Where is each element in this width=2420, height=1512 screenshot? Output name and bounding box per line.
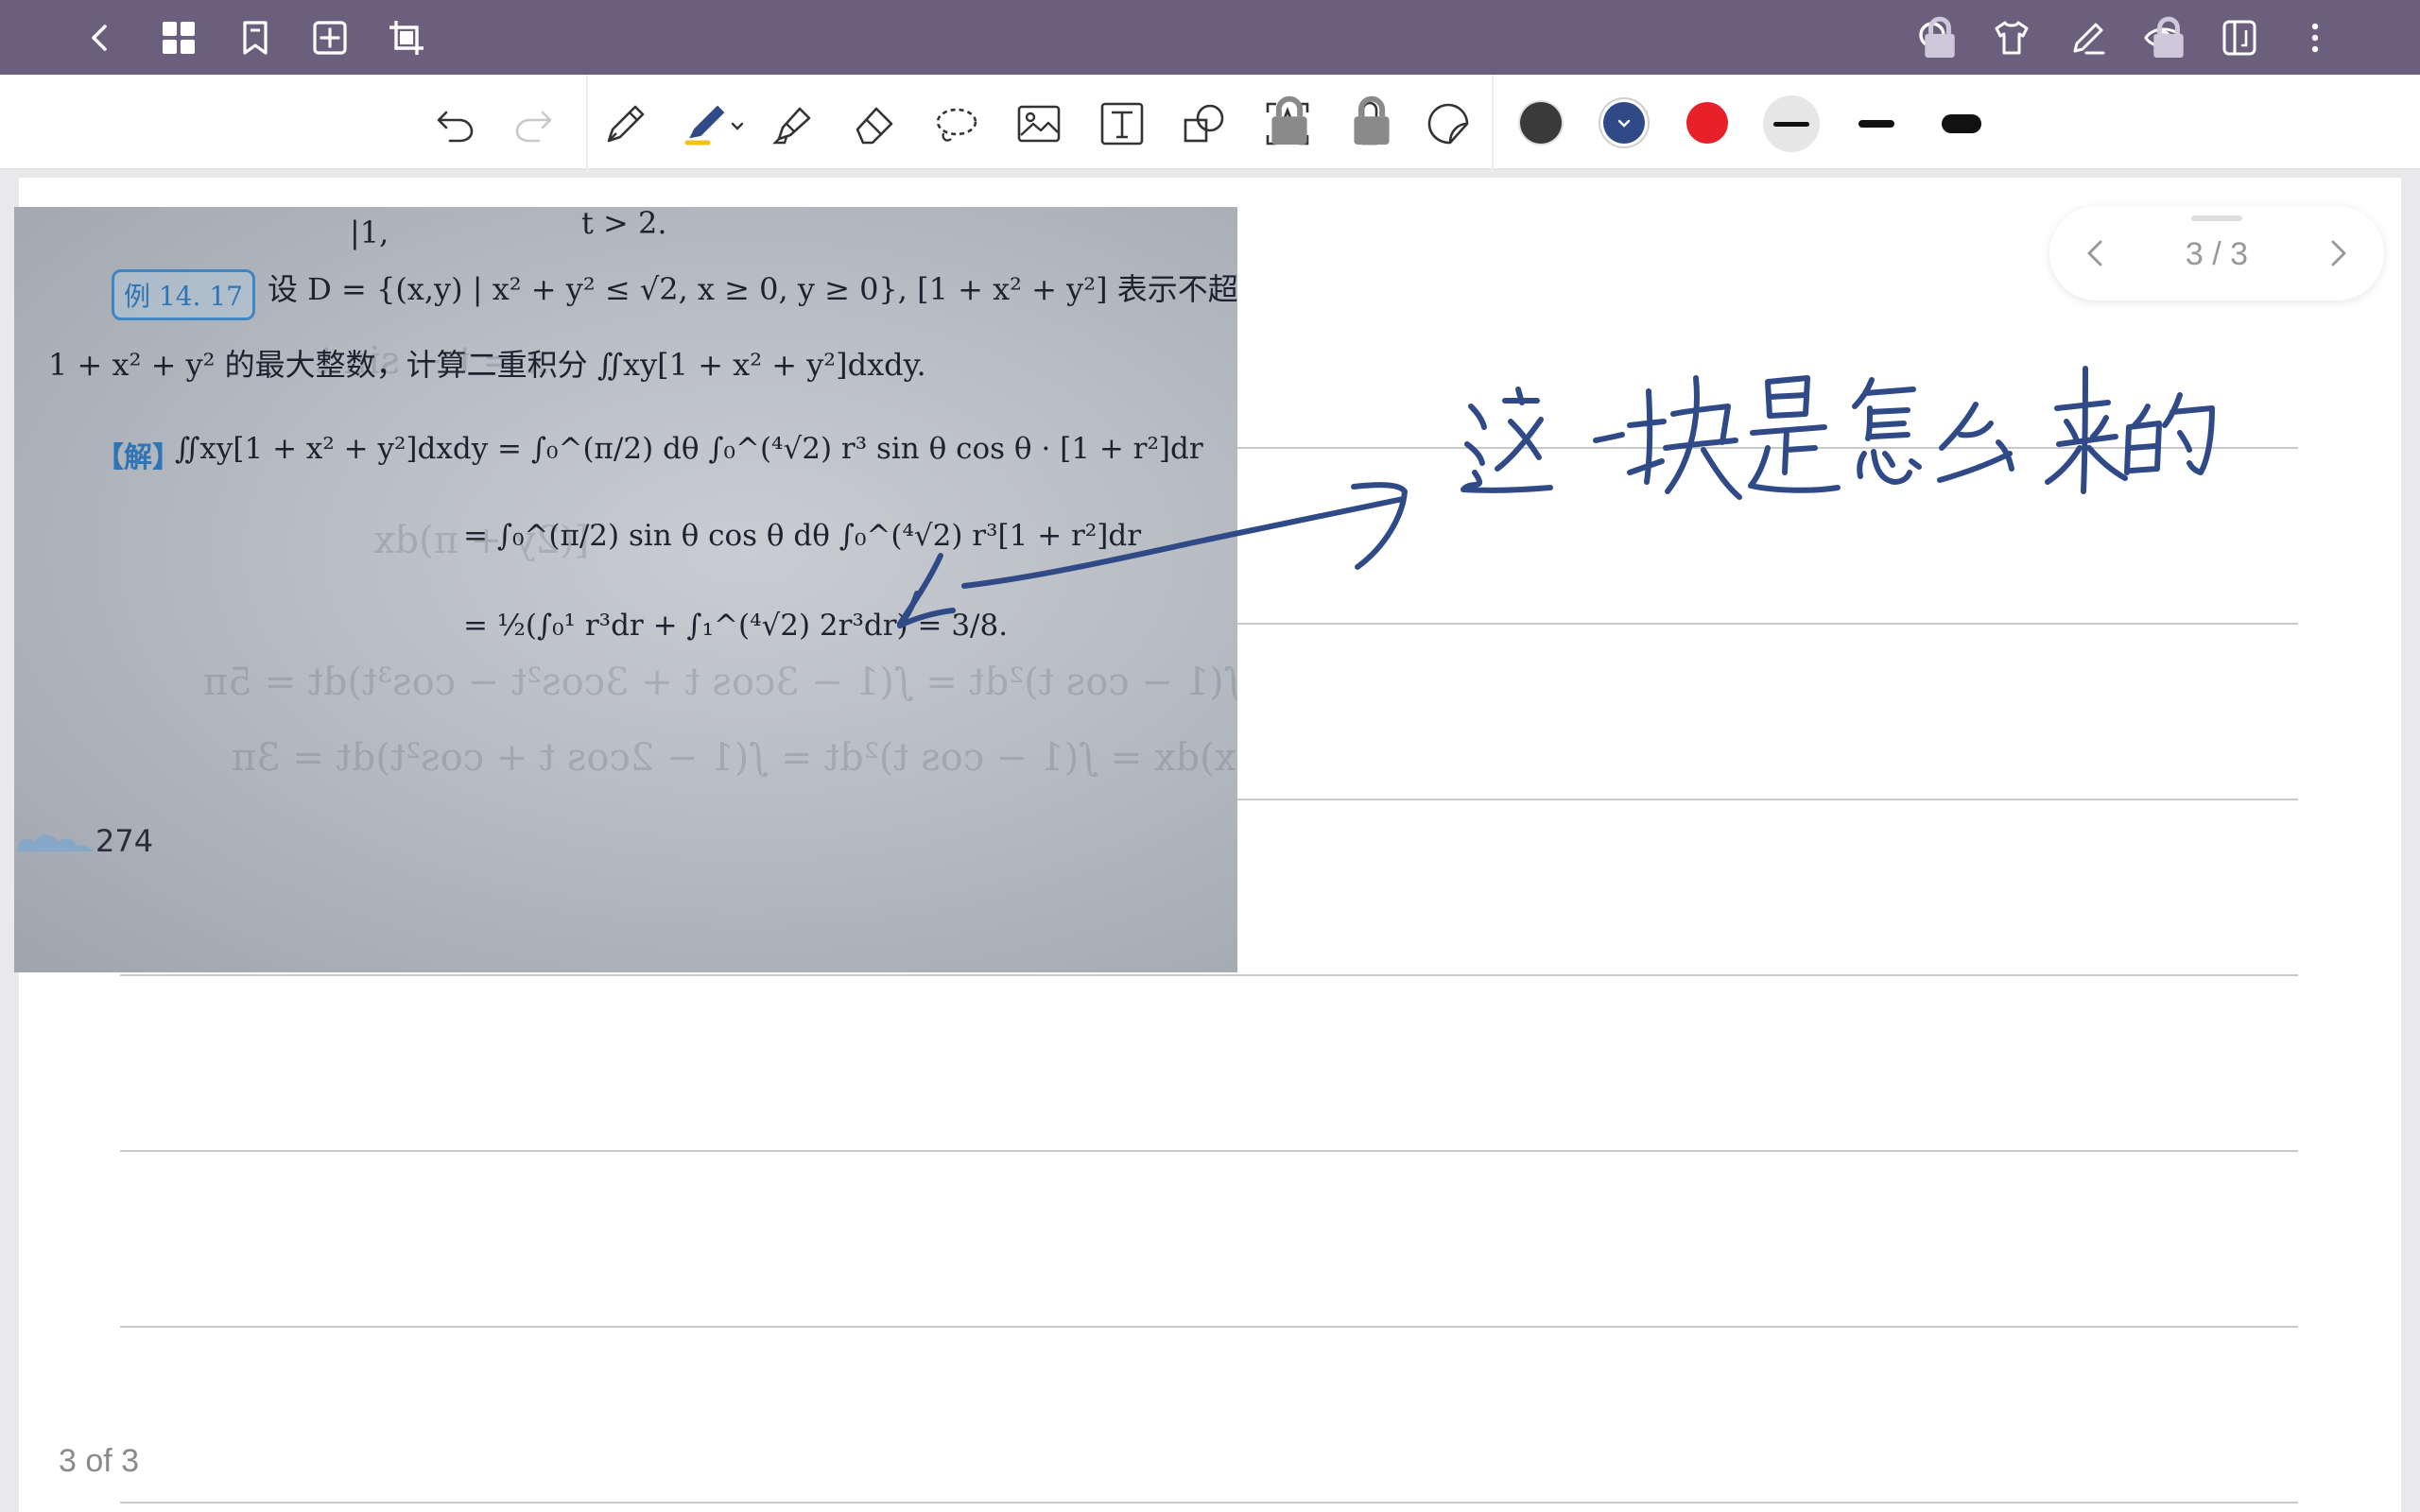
eraser-icon[interactable] [844, 94, 905, 154]
grid-icon[interactable] [151, 10, 206, 65]
image-icon[interactable] [1009, 94, 1069, 154]
top-fragment-right: t > 2. [581, 207, 667, 241]
ruled-line [120, 1150, 2298, 1152]
note-app: x = t − sin t [(2y + π)dx x²(x)dx = ∫(1 … [0, 0, 2420, 1512]
shapes-icon[interactable] [1174, 94, 1235, 154]
stroke-medium-option[interactable] [1848, 95, 1905, 152]
search-icon[interactable] [1908, 10, 1962, 65]
lock-icon [2153, 16, 2184, 58]
more-vertical-icon[interactable] [2288, 10, 2342, 65]
solution-line-1: ∬xy[1 + x² + y²]dxdy = ∫₀^(π/2) dθ ∫₀^(⁴… [175, 432, 1203, 466]
layout-icon[interactable] [2212, 10, 2267, 65]
drawing-toolbar [0, 75, 2420, 170]
redo-icon[interactable] [503, 94, 563, 154]
page-indicator: 3 / 3 [2185, 236, 2249, 272]
crop-icon[interactable] [379, 10, 434, 65]
page-footer: 3 of 3 [59, 1443, 140, 1479]
ruled-line [120, 1502, 2298, 1503]
prev-page-chevron-icon[interactable] [2072, 231, 2118, 276]
solution-line-2: = ∫₀^(π/2) sin θ cos θ dθ ∫₀^(⁴√2) r³[1 … [463, 519, 1142, 553]
book-page-number: 274 [95, 823, 154, 859]
problem-line-2: 1 + x² + y² 的最大整数，计算二重积分 ∬xy[1 + x² + y²… [48, 347, 926, 383]
bookmark-icon[interactable] [228, 10, 283, 65]
page-navigator: 3 / 3 [2049, 206, 2384, 301]
chevron-down-icon [1617, 119, 1631, 128]
color-swatch-blue-selected[interactable] [1603, 102, 1645, 144]
toolbar-divider [1492, 75, 1494, 170]
next-page-chevron-icon[interactable] [2316, 231, 2361, 276]
drag-handle[interactable] [2191, 215, 2242, 221]
undo-icon[interactable] [425, 94, 486, 154]
stroke-thick-option[interactable] [1933, 95, 1990, 152]
back-chevron-icon[interactable] [74, 10, 129, 65]
lock-icon [1925, 16, 1955, 58]
ballpoint-pen-icon[interactable] [675, 94, 754, 154]
example-badge: 例 14. 17 [112, 269, 255, 320]
stroke-thin-option[interactable] [1763, 95, 1820, 152]
ruled-line [120, 974, 2298, 976]
microphone-icon[interactable] [1340, 94, 1400, 154]
text-box-icon[interactable] [1092, 94, 1152, 154]
lasso-icon[interactable] [926, 94, 987, 154]
color-swatch-red[interactable] [1686, 102, 1728, 144]
solution-label: 【解】 [95, 441, 181, 474]
eye-icon[interactable] [2136, 10, 2191, 65]
cloud-ornament-icon [18, 834, 94, 851]
ruled-line [120, 1326, 2298, 1328]
lock-icon [1271, 95, 1307, 145]
sticker-icon[interactable] [1418, 94, 1478, 154]
solution-line-3: = ½(∫₀¹ r³dr + ∫₁^(⁴√2) 2r³dr) = 3/8. [463, 609, 1009, 643]
text-recognition-icon[interactable] [1257, 94, 1318, 154]
top-bar [0, 0, 2420, 75]
top-fragment: |1, [350, 215, 389, 250]
toolbar-divider [586, 75, 588, 170]
theme-shirt-icon[interactable] [1984, 10, 2039, 65]
color-swatch-dark[interactable] [1520, 102, 1562, 144]
add-page-icon[interactable] [302, 10, 357, 65]
fountain-pen-icon[interactable] [594, 94, 654, 154]
highlighter-icon[interactable] [762, 94, 822, 154]
lock-icon [1354, 95, 1390, 145]
textbook-photo[interactable]: x = t − sin t [(2y + π)dx x²(x)dx = ∫(1 … [14, 207, 1237, 972]
pen-edit-icon[interactable] [2061, 10, 2116, 65]
problem-line-1: 设 D = {(x,y) | x² + y² ≤ √2, x ≥ 0, y ≥ … [268, 271, 1237, 307]
